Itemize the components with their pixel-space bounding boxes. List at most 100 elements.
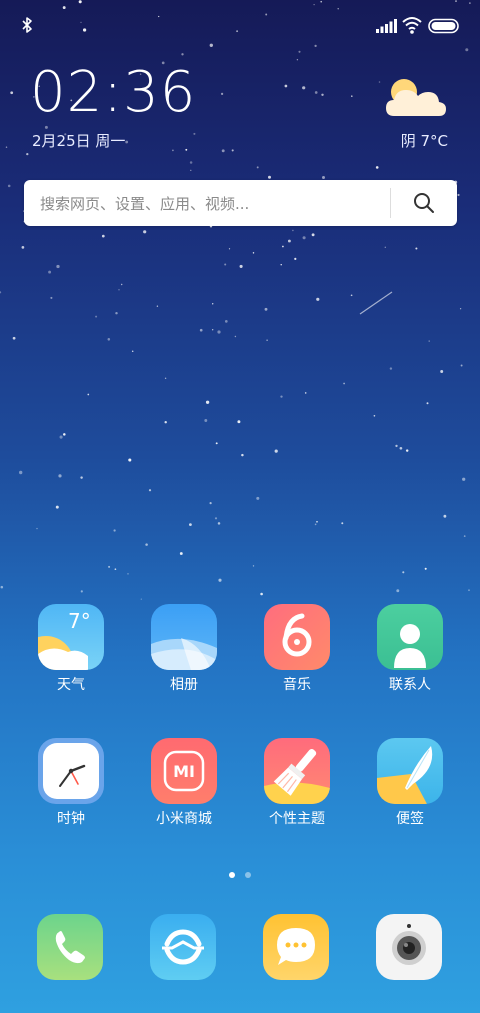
star [443,514,447,518]
star [350,294,353,297]
star [7,184,11,188]
bluetooth-icon [22,17,32,33]
star [256,166,259,169]
star [218,578,222,582]
messages-app-icon[interactable] [263,914,329,980]
themes-app-icon[interactable] [264,738,330,804]
star [296,59,299,61]
clock-app-icon[interactable] [38,738,104,804]
star [231,149,234,152]
star [281,245,284,248]
star [0,291,2,294]
browser-app-icon[interactable] [150,914,216,980]
star [204,419,208,422]
gallery-app-icon[interactable] [151,604,217,670]
app-label[interactable]: 个性主题 [247,810,347,828]
star [373,414,376,417]
star [113,529,116,532]
app-notes[interactable]: 便签 [360,738,460,828]
app-music[interactable]: 音乐 [247,604,347,694]
app-label[interactable]: 时钟 [21,810,121,828]
star [190,169,192,171]
star [212,303,214,305]
app-mi-store[interactable]: MI 小米商城 [134,738,234,828]
star [172,149,174,152]
star [0,585,4,589]
search-placeholder[interactable]: 搜索网页、设置、应用、视频... [40,193,249,214]
star [80,476,83,479]
star [115,311,118,315]
app-label[interactable]: 相册 [134,676,234,694]
star [314,523,317,526]
star [58,474,62,478]
app-label[interactable]: 小米商城 [134,810,234,828]
star [424,567,427,570]
star [26,152,29,156]
star [217,522,221,525]
star [280,264,282,266]
page-dot-active[interactable] [229,872,235,878]
star [378,81,381,83]
app-label[interactable]: 联系人 [360,676,460,694]
clock-date[interactable]: 2月25日 周一 [32,130,125,151]
star [316,520,318,523]
star [459,308,462,310]
weather-info[interactable]: 阴 7°C [401,130,448,151]
page-dot-inactive[interactable] [245,872,251,878]
star [164,377,167,379]
notes-app-icon[interactable] [377,738,443,804]
app-label[interactable]: 音乐 [247,676,347,694]
app-gallery[interactable]: 相册 [134,604,234,694]
star [405,449,409,452]
star [284,84,288,88]
star [220,92,224,96]
weather-app-icon[interactable]: 7° [38,604,104,670]
phone-app-icon[interactable] [37,914,103,980]
mi-store-app-icon[interactable]: MI [151,738,217,804]
search-icon[interactable] [412,191,436,215]
star [148,489,152,492]
star [221,149,225,153]
star [209,502,212,505]
app-themes[interactable]: 个性主题 [247,738,347,828]
search-bar[interactable]: 搜索网页、设置、应用、视频... [24,180,457,226]
contacts-app-icon[interactable] [377,604,443,670]
star [322,176,325,179]
star [395,444,398,448]
star [5,146,8,148]
camera-app-icon[interactable] [376,914,442,980]
star [199,328,203,332]
star [127,573,129,575]
star [314,91,318,94]
star [351,95,353,97]
star [164,420,167,424]
shooting-star-decoration [359,291,393,315]
star [274,449,278,453]
star [80,590,83,593]
star [302,236,306,240]
app-clock[interactable]: 时钟 [21,738,121,828]
star [237,420,241,424]
cloudy-sun-icon[interactable] [384,74,448,120]
home-screen: 02:36 2月25日 周一 阴 7°C 搜索网页、设置、应用、视频... 7°… [0,0,480,1013]
app-label[interactable]: 便签 [360,810,460,828]
star [426,402,429,405]
star [260,592,263,596]
star [59,435,63,439]
star [95,315,98,318]
star [234,335,237,338]
page-indicator [226,872,256,882]
star [118,289,120,291]
app-contacts[interactable]: 联系人 [360,604,460,694]
star [114,568,117,571]
app-label[interactable]: 天气 [21,676,121,694]
star [252,252,255,254]
clock-time[interactable]: 02:36 [30,58,196,128]
mi-logo-text: MI [173,762,195,781]
app-weather[interactable]: 7° 天气 [21,604,121,694]
star [389,367,393,370]
search-divider [390,188,391,218]
music-app-icon[interactable] [264,604,330,670]
star [224,320,228,323]
star [457,193,460,197]
